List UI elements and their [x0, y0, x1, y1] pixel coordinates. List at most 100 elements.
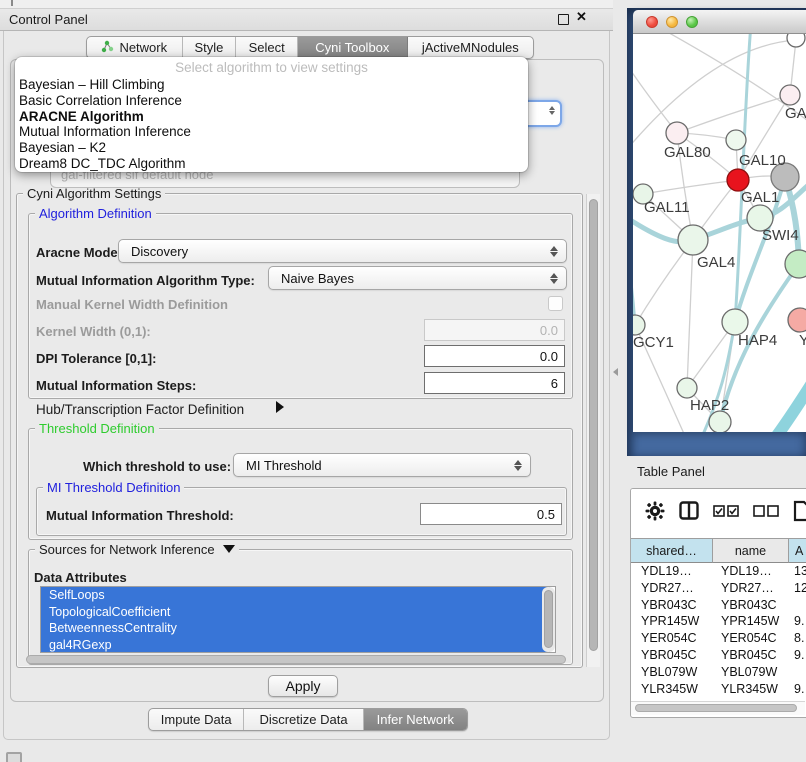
dpi-tolerance-field[interactable] — [424, 345, 565, 367]
table-row[interactable]: YDR27…YDR27…12 — [631, 580, 806, 597]
mi-steps-field[interactable] — [424, 372, 565, 394]
dropdown-item[interactable]: Basic Correlation Inference — [15, 93, 528, 109]
apply-button[interactable]: Apply — [268, 675, 338, 697]
column-header-partial[interactable]: A — [789, 538, 806, 563]
node-label: SWI4 — [762, 227, 799, 244]
table-row[interactable]: YPR145WYPR145W9. — [631, 613, 806, 630]
cyni-bottom-tabs: Impute Data Discretize Data Infer Networ… — [148, 708, 468, 731]
list-item[interactable]: gal4RGexp — [41, 637, 550, 654]
node-gcy1[interactable] — [633, 315, 645, 335]
node-label: HAP2 — [690, 397, 729, 414]
hide-columns-unchecked-icon[interactable] — [753, 504, 779, 522]
node-red-selected[interactable] — [727, 169, 749, 191]
table-hscroll-thumb[interactable] — [635, 704, 797, 712]
node[interactable] — [709, 411, 731, 432]
column-header-shared-name[interactable]: shared… — [631, 538, 713, 563]
table-row[interactable]: YDL19…YDL19…13 — [631, 563, 806, 580]
tab-select[interactable]: Select — [236, 37, 298, 58]
gear-icon[interactable] — [645, 501, 665, 526]
sources-title-text: Sources for Network Inference — [39, 542, 215, 557]
settings-scrollbar[interactable] — [586, 194, 600, 667]
split-columns-icon[interactable] — [679, 501, 699, 525]
table-horizontal-scrollbar[interactable] — [631, 701, 805, 715]
collapsed-panel-icon[interactable] — [6, 752, 22, 762]
which-threshold-label: Which threshold to use: — [83, 459, 231, 474]
float-window-icon[interactable] — [558, 14, 569, 25]
tab-discretize-data[interactable]: Discretize Data — [244, 709, 363, 730]
attributes-scrollbar[interactable] — [542, 587, 555, 652]
network-graph: GAL GAL80 GAL10 GAL1 GAL11 SWI4 GAL4 GCY… — [633, 34, 806, 432]
close-traffic-light-icon[interactable] — [646, 16, 658, 28]
tab-impute-data[interactable]: Impute Data — [149, 709, 244, 730]
dpi-field-wrap — [424, 345, 565, 367]
hub-section-label[interactable]: Hub/Transcription Factor Definition — [36, 402, 244, 417]
aracne-mode-combobox[interactable]: Discovery — [118, 239, 567, 263]
list-item[interactable]: TopologicalCoefficient — [41, 604, 550, 621]
expand-triangle-icon[interactable] — [276, 401, 284, 413]
table-row[interactable]: YLR345WYLR345W9. — [631, 681, 806, 698]
tab-style[interactable]: Style — [183, 37, 237, 58]
mi-threshold-field[interactable] — [420, 503, 562, 525]
table-row[interactable]: YER054CYER054C8. — [631, 630, 806, 647]
horizontal-scrollbar-thumb[interactable] — [26, 655, 566, 664]
attributes-scrollbar-thumb[interactable] — [544, 590, 553, 648]
dropdown-item[interactable]: Bayesian – Hill Climbing — [15, 77, 528, 93]
node-label: GAL11 — [644, 199, 690, 216]
table-row[interactable]: YIL052CYIL052C9 — [631, 697, 806, 700]
node-salmon[interactable] — [788, 308, 806, 332]
dropdown-item[interactable]: Dream8 DC_TDC Algorithm — [15, 156, 528, 172]
stepper-arrows-icon — [549, 106, 555, 115]
mi-steps-label: Mutual Information Steps: — [36, 378, 196, 393]
mi-type-combobox[interactable]: Naive Bayes — [268, 266, 567, 290]
data-attributes-list[interactable]: SelfLoops TopologicalCoefficient Between… — [40, 586, 556, 653]
which-threshold-value: MI Threshold — [234, 458, 510, 473]
node[interactable] — [780, 85, 800, 105]
dropdown-item-selected[interactable]: ARACNE Algorithm — [15, 109, 528, 125]
mi-threshold-field-wrap — [420, 503, 562, 525]
column-header-name[interactable]: name — [713, 538, 789, 563]
manual-kernel-label: Manual Kernel Width Definition — [36, 297, 228, 312]
splitter-handle-icon[interactable] — [613, 368, 618, 376]
dropdown-item[interactable]: Bayesian – K2 — [15, 140, 528, 156]
settings-scrollbar-thumb[interactable] — [589, 199, 598, 651]
tab-jactivemnodules[interactable]: jActiveMNodules — [408, 37, 533, 58]
kernel-width-field[interactable] — [424, 319, 565, 341]
show-columns-checked-icon[interactable] — [713, 504, 739, 522]
list-item[interactable]: SelfLoops — [41, 587, 550, 604]
node-label: GAL — [785, 105, 806, 122]
node-label: HAP4 — [738, 332, 777, 349]
manual-kernel-checkbox[interactable] — [548, 296, 563, 311]
aracne-mode-value: Discovery — [119, 244, 546, 259]
data-attributes-label: Data Attributes — [34, 570, 127, 585]
tab-infer-network[interactable]: Infer Network — [364, 709, 467, 730]
node-hap2[interactable] — [677, 378, 697, 398]
table-row[interactable]: YBR043CYBR043C — [631, 597, 806, 614]
algorithm-dropdown-popup: Select algorithm to view settings Bayesi… — [15, 57, 528, 172]
file-icon[interactable] — [793, 500, 806, 527]
node-gal4[interactable] — [678, 225, 708, 255]
node-label: Y — [799, 332, 806, 349]
tab-cyni-toolbox[interactable]: Cyni Toolbox — [298, 37, 408, 58]
tab-network[interactable]: Network — [87, 37, 183, 58]
minimize-traffic-light-icon[interactable] — [666, 16, 678, 28]
list-item[interactable]: BetweennessCentrality — [41, 620, 550, 637]
kernel-width-field-wrap — [424, 319, 565, 341]
node-gal10[interactable] — [726, 130, 746, 150]
node-label: GAL4 — [697, 254, 735, 271]
which-threshold-combobox[interactable]: MI Threshold — [233, 453, 531, 477]
control-panel-tabs: Network Style Select Cyni Toolbox jActiv… — [86, 36, 534, 59]
mi-type-value: Naive Bayes — [269, 271, 546, 286]
network-window-titlebar[interactable] — [633, 10, 806, 34]
network-canvas[interactable]: GAL GAL80 GAL10 GAL1 GAL11 SWI4 GAL4 GCY… — [633, 34, 806, 432]
close-icon[interactable]: ✕ — [576, 9, 587, 25]
zoom-traffic-light-icon[interactable] — [686, 16, 698, 28]
table-row[interactable]: YBL079WYBL079W — [631, 664, 806, 681]
collapse-triangle-icon[interactable] — [223, 545, 235, 553]
node-green[interactable] — [785, 250, 806, 278]
stepper-arrows-icon — [546, 273, 566, 284]
node[interactable] — [787, 34, 805, 47]
table-row[interactable]: YBR045CYBR045C9. — [631, 647, 806, 664]
node-gal80[interactable] — [666, 122, 688, 144]
dropdown-item[interactable]: Mutual Information Inference — [15, 124, 528, 140]
network-icon — [101, 40, 114, 56]
